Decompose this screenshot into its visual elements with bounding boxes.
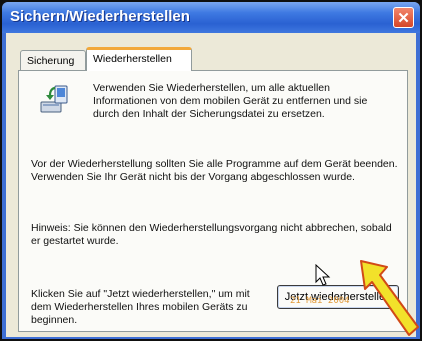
date-stamp: 21 Mai 2004 — [290, 296, 350, 306]
title-bar[interactable]: Sichern/Wiederherstellen ✕ — [2, 2, 420, 33]
tab-wiederherstellen[interactable]: Wiederherstellen — [86, 47, 192, 71]
tab-panel: Verwenden Sie Wiederherstellen, um alle … — [18, 70, 408, 332]
window-title: Sichern/Wiederherstellen — [10, 8, 190, 25]
intro-text: Verwenden Sie Wiederherstellen, um alle … — [93, 82, 368, 120]
note-text: Hinweis: Sie können den Wiederherstellun… — [31, 222, 392, 247]
mouse-cursor-icon — [315, 264, 331, 286]
tab-sicherung[interactable]: Sicherung — [20, 50, 86, 70]
warning-text: Vor der Wiederherstellung sollten Sie al… — [31, 158, 398, 183]
close-button[interactable]: ✕ — [393, 7, 414, 28]
highlight-arrow-icon — [360, 260, 419, 336]
instruction-text: Klicken Sie auf "Jetzt wiederherstellen,… — [31, 288, 250, 326]
restore-device-icon — [40, 85, 68, 113]
close-icon: ✕ — [397, 9, 410, 27]
